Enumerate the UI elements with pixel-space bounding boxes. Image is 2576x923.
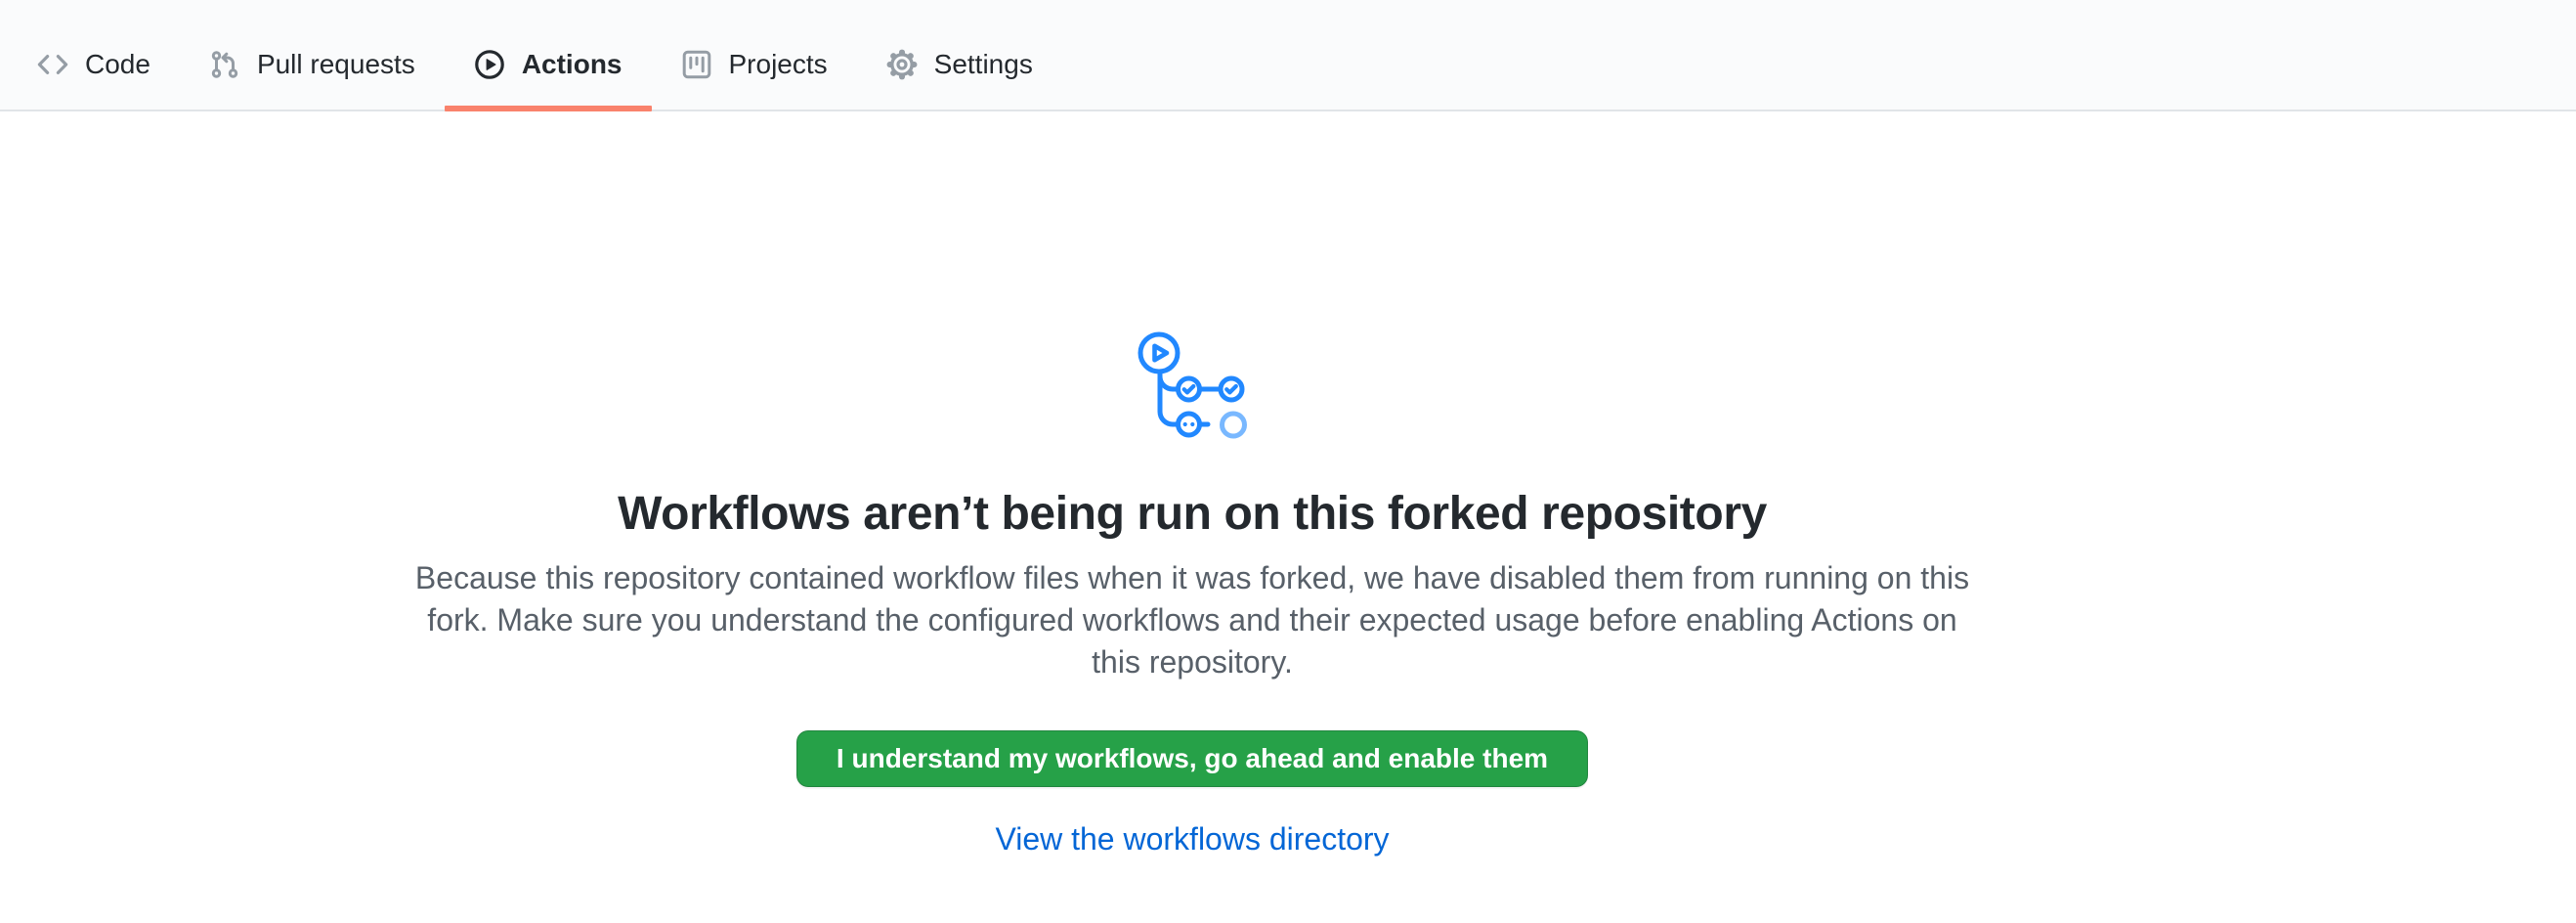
code-icon <box>37 49 68 80</box>
tab-projects[interactable]: Projects <box>652 0 857 110</box>
enable-workflows-button[interactable]: I understand my workflows, go ahead and … <box>796 730 1588 787</box>
actions-blankslate: Workflows aren’t being run on this forke… <box>203 111 2181 857</box>
tab-code[interactable]: Code <box>8 0 180 110</box>
tab-code-label: Code <box>85 51 150 78</box>
repo-tab-nav: Code Pull requests Actions Projects <box>0 0 2576 111</box>
project-icon <box>681 49 712 80</box>
tab-pull-requests[interactable]: Pull requests <box>180 0 445 110</box>
blankslate-description: Because this repository contained workfl… <box>401 557 1984 683</box>
git-pull-request-icon <box>209 49 240 80</box>
workflows-directory-link-row: View the workflows directory <box>203 821 2181 857</box>
tab-actions-label: Actions <box>522 51 623 78</box>
blankslate-title: Workflows aren’t being run on this forke… <box>203 485 2181 544</box>
tab-settings-label: Settings <box>934 51 1033 78</box>
tab-actions[interactable]: Actions <box>445 0 652 110</box>
play-circle-icon <box>474 49 505 80</box>
tab-pull-requests-label: Pull requests <box>257 51 415 78</box>
tab-settings[interactable]: Settings <box>857 0 1062 110</box>
tab-projects-label: Projects <box>729 51 828 78</box>
view-workflows-directory-link[interactable]: View the workflows directory <box>995 821 1389 857</box>
workflow-graph-icon <box>1138 331 1248 439</box>
gear-icon <box>886 49 918 80</box>
